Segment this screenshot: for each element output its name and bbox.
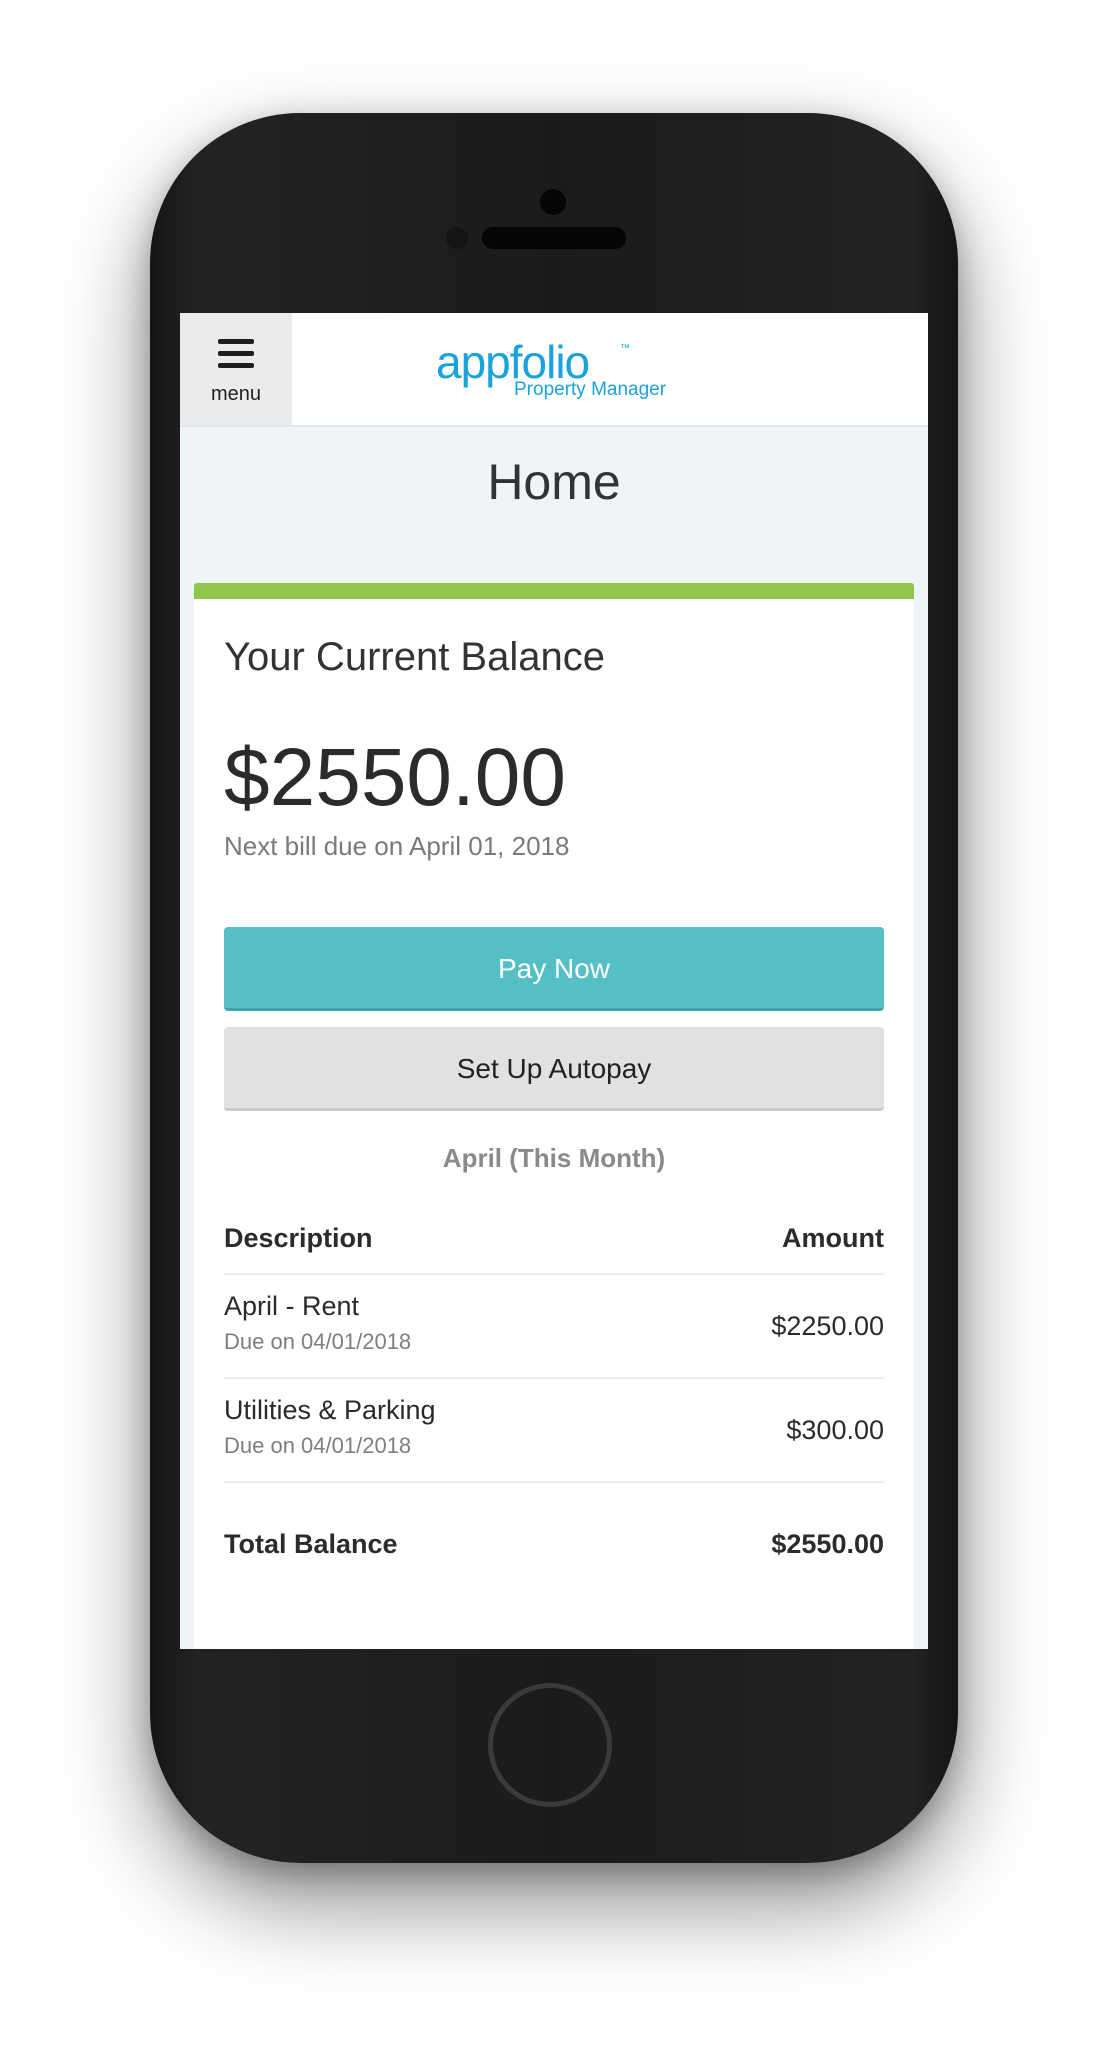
total-row: Total Balance $2550.00: [224, 1483, 884, 1613]
menu-button[interactable]: menu: [180, 313, 292, 425]
logo-trademark: ™: [620, 343, 630, 354]
table-row: April - Rent Due on 04/01/2018 $2250.00: [224, 1275, 884, 1379]
set-up-autopay-button[interactable]: Set Up Autopay: [224, 1027, 884, 1111]
charge-amount: $2250.00: [771, 1311, 884, 1341]
next-bill-date: Next bill due on April 01, 2018: [224, 831, 570, 861]
appfolio-logo[interactable]: appfolio ™ Property Manager: [436, 335, 696, 405]
pay-now-button[interactable]: Pay Now: [224, 927, 884, 1011]
statement-period: April (This Month): [442, 1143, 666, 1173]
phone-frame: menu appfolio ™ Property Manager Home Yo…: [150, 113, 958, 1863]
proximity-sensor: [446, 227, 468, 249]
menu-label: menu: [210, 383, 262, 405]
total-balance-label: Total Balance: [224, 1529, 398, 1559]
charge-amount: $300.00: [786, 1415, 884, 1445]
charges-table: Description Amount April - Rent Due on 0…: [224, 1209, 884, 1613]
earpiece-speaker: [482, 227, 626, 249]
top-bar: menu appfolio ™ Property Manager: [180, 313, 928, 427]
charge-description: April - Rent: [224, 1291, 360, 1321]
table-header-row: Description Amount: [224, 1209, 884, 1275]
charge-due-date: Due on 04/01/2018: [224, 1329, 412, 1354]
column-header-amount: Amount: [782, 1223, 884, 1253]
phone-screen: menu appfolio ™ Property Manager Home Yo…: [180, 313, 928, 1649]
balance-card: Your Current Balance $2550.00 Next bill …: [194, 583, 914, 1649]
home-button[interactable]: [488, 1683, 612, 1807]
charge-due-date: Due on 04/01/2018: [224, 1433, 412, 1458]
balance-label: Your Current Balance: [224, 635, 605, 679]
charge-description: Utilities & Parking: [224, 1395, 436, 1425]
logo-subtitle: Property Manager: [514, 379, 667, 400]
balance-amount: $2550.00: [224, 732, 567, 823]
hamburger-icon: [218, 339, 254, 375]
page-title: Home: [487, 454, 621, 510]
total-balance-amount: $2550.00: [771, 1529, 884, 1559]
column-header-description: Description: [224, 1223, 373, 1253]
front-camera: [540, 189, 566, 215]
table-row: Utilities & Parking Due on 04/01/2018 $3…: [224, 1379, 884, 1483]
